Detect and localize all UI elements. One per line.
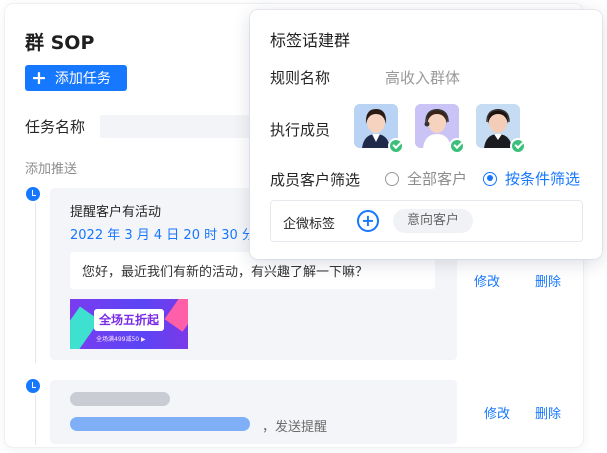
check-icon <box>449 138 465 154</box>
task-name-input[interactable] <box>100 115 250 138</box>
avatar-agent-1[interactable] <box>354 104 404 154</box>
clock-icon <box>26 379 40 393</box>
add-tag-icon[interactable]: + <box>357 210 379 232</box>
tag-filter-box: 企微标签 + 意向客户 <box>270 200 583 242</box>
popup-title: 标签话建群 <box>270 31 351 50</box>
radio-by-condition[interactable]: 按条件筛选 <box>483 168 580 189</box>
task-name-label: 任务名称 <box>25 118 86 136</box>
send-reminder-text: ，发送提醒 <box>262 420 328 435</box>
edit-link[interactable]: 修改 <box>474 271 500 290</box>
radio-label: 全部客户 <box>407 170 468 188</box>
filter-radio-group: 全部客户 按条件筛选 <box>385 168 596 189</box>
radio-label: 按条件筛选 <box>505 170 581 188</box>
avatar-agent-2[interactable] <box>415 104 465 154</box>
plus-icon: + <box>31 66 47 89</box>
page-title: 群 SOP <box>25 32 95 54</box>
placeholder-bar <box>70 417 250 431</box>
add-task-button[interactable]: + 添加任务 <box>25 65 127 91</box>
radio-all-customers[interactable]: 全部客户 <box>385 168 467 189</box>
radio-dot <box>385 171 399 186</box>
tag-chip[interactable]: 意向客户 <box>393 209 474 233</box>
rule-name-label: 规则名称 <box>270 69 331 87</box>
edit-link[interactable]: 修改 <box>484 403 510 422</box>
tag-group-popup: 标签话建群 规则名称 高收入群体 执行成员 成员客户筛选 全部客户 按条件筛选 … <box>250 10 602 259</box>
promo-banner-image: 全场五折起 全场满499减50 ▶ <box>70 299 188 349</box>
check-icon <box>388 138 404 154</box>
check-icon <box>510 138 526 154</box>
tag-label: 企微标签 <box>283 217 336 232</box>
banner-text: 全场五折起 <box>94 309 164 331</box>
banner-subtext: 全场满499减50 ▶ <box>96 336 146 343</box>
push-item: ，发送提醒 <box>50 380 457 444</box>
rule-name-value[interactable]: 高收入群体 <box>385 67 460 88</box>
timeline-line <box>35 203 36 363</box>
timeline-line <box>35 395 36 445</box>
push-title: 提醒客户有活动 <box>70 205 162 220</box>
push-time: 2022 年 3 月 4 日 20 时 30 分 <box>70 228 255 243</box>
delete-link[interactable]: 删除 <box>535 403 561 422</box>
clock-icon <box>26 187 40 201</box>
members-label: 执行成员 <box>270 121 331 139</box>
avatar-agent-3[interactable] <box>476 104 526 154</box>
radio-dot <box>483 171 498 186</box>
delete-link[interactable]: 删除 <box>535 271 561 290</box>
filter-label: 成员客户筛选 <box>270 171 361 189</box>
placeholder-bar <box>70 392 170 406</box>
add-task-label: 添加任务 <box>54 71 111 87</box>
add-push-link[interactable]: 添加推送 <box>25 158 77 177</box>
